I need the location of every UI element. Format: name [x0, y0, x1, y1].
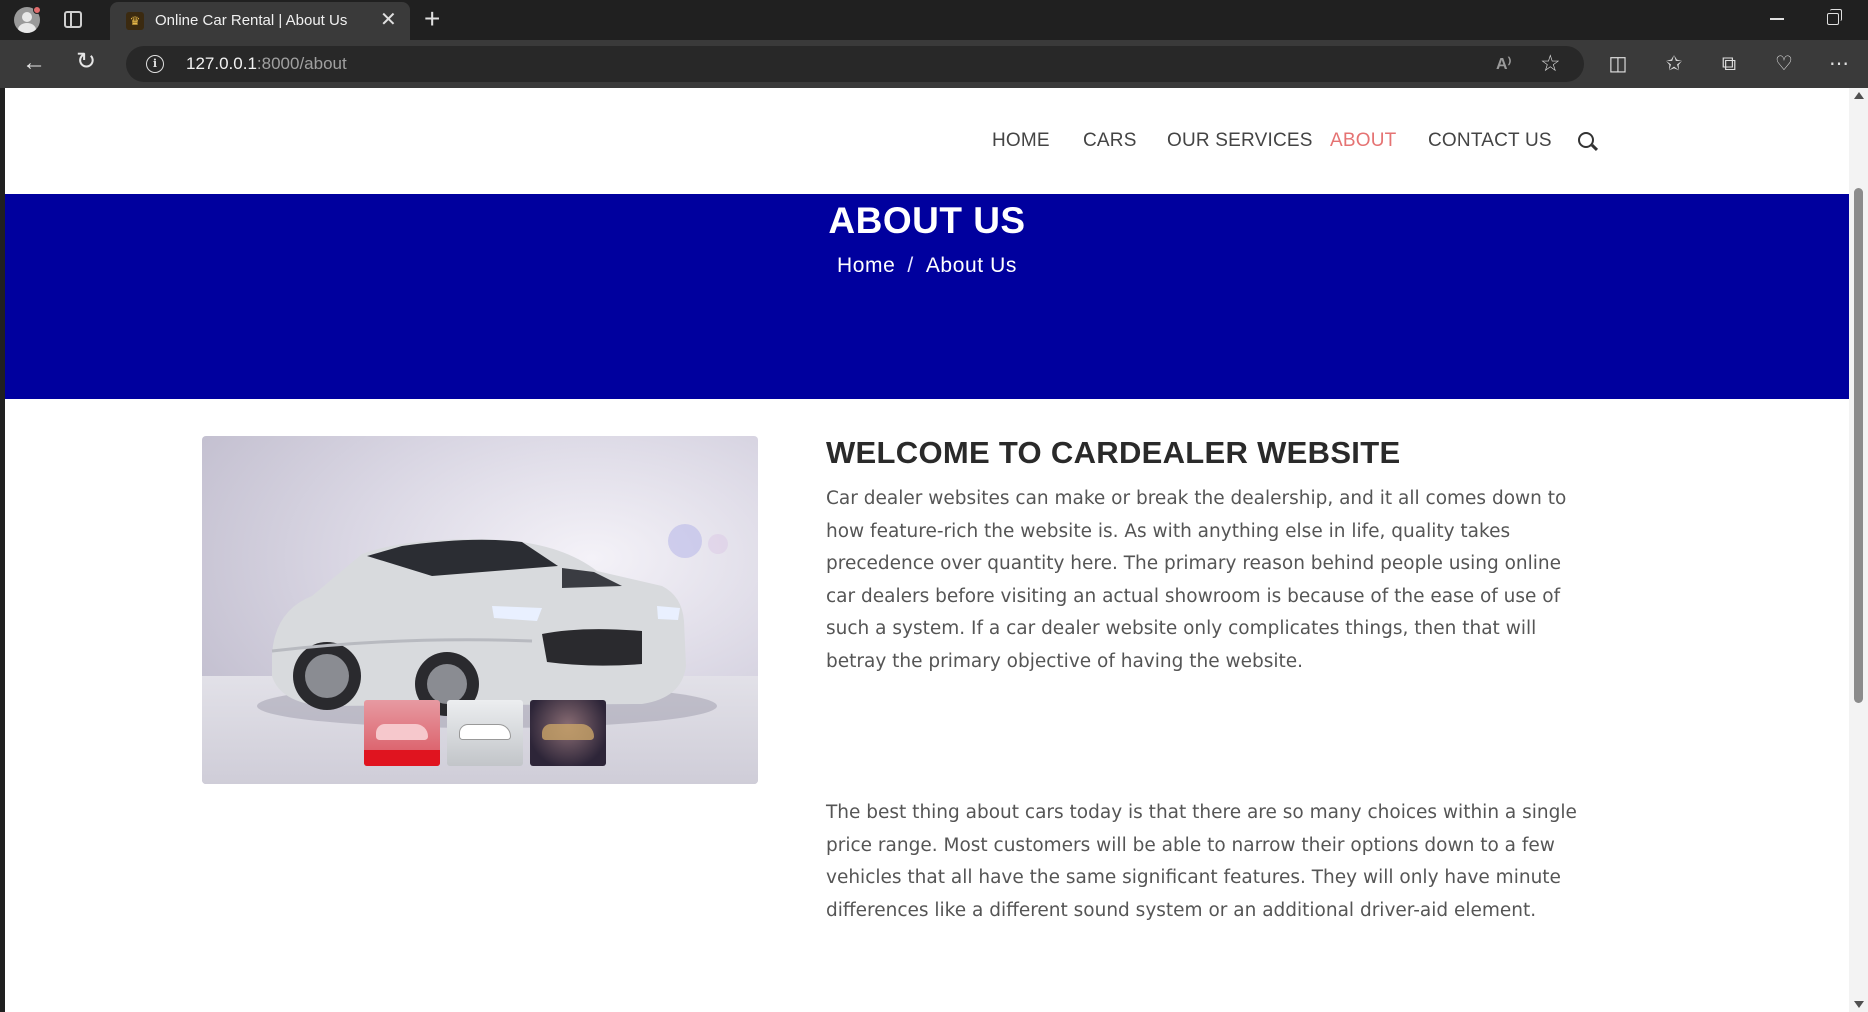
page-scrollbar[interactable]: [1849, 88, 1868, 1012]
url-host: 127.0.0.1: [186, 54, 257, 73]
car-icon: [459, 724, 511, 740]
close-tab-icon[interactable]: ✕: [380, 9, 397, 31]
browser-address-bar: ← ↻ i 127.0.0.1:8000/about A⁾ ☆ ◫ ✩ ⧉ ♡ …: [0, 40, 1868, 88]
car-icon: [542, 724, 594, 740]
more-menu-icon[interactable]: ⋯: [1827, 52, 1851, 76]
restore-icon[interactable]: [1827, 9, 1842, 25]
url-text[interactable]: 127.0.0.1:8000/about: [186, 54, 347, 74]
about-paragraph-2: The best thing about cars today is that …: [826, 802, 1577, 921]
nav-contact-us[interactable]: CONTACT US: [1428, 130, 1552, 152]
split-screen-icon[interactable]: ◫: [1606, 52, 1630, 76]
page-title: ABOUT US: [828, 200, 1026, 241]
reload-icon[interactable]: ↻: [76, 49, 96, 75]
breadcrumb: Home / About Us: [5, 254, 1849, 278]
site-navbar: HOME CARS OUR SERVICES ABOUT CONTACT US: [5, 88, 1849, 194]
selected-indicator: [364, 750, 440, 766]
url-field[interactable]: i 127.0.0.1:8000/about A⁾ ☆: [126, 46, 1584, 82]
page-banner: ABOUT US Home / About Us: [5, 194, 1849, 399]
car-icon: [376, 724, 428, 740]
breadcrumb-current: About Us: [925, 254, 1018, 277]
nav-our-services[interactable]: OUR SERVICES: [1167, 130, 1313, 152]
collections-icon[interactable]: ⧉: [1717, 52, 1741, 76]
site-info-icon[interactable]: i: [146, 55, 164, 73]
new-tab-icon[interactable]: +: [424, 4, 440, 34]
scroll-down-arrow-icon[interactable]: [1854, 1001, 1864, 1008]
scroll-up-arrow-icon[interactable]: [1854, 92, 1864, 99]
breadcrumb-separator: /: [907, 254, 914, 277]
read-aloud-icon[interactable]: A⁾: [1496, 54, 1511, 74]
tab-actions-icon[interactable]: [64, 11, 82, 28]
dark-car-thumbnail[interactable]: [530, 700, 606, 766]
search-icon[interactable]: [1578, 132, 1594, 148]
breadcrumb-home-link[interactable]: Home: [837, 254, 895, 277]
nav-home[interactable]: HOME: [992, 130, 1050, 152]
minimize-icon[interactable]: [1770, 18, 1784, 20]
scrollbar-thumb[interactable]: [1854, 188, 1863, 703]
browser-tab-bar: ♛ Online Car Rental | About Us ✕ +: [0, 0, 1868, 40]
url-path: :8000/about: [256, 54, 347, 73]
red-car-thumbnail[interactable]: [364, 700, 440, 766]
notification-dot: [33, 6, 41, 14]
favorites-icon[interactable]: ✩: [1662, 52, 1686, 76]
nav-cars[interactable]: CARS: [1083, 130, 1137, 152]
about-paragraph-1: Car dealer websites can make or break th…: [826, 488, 1567, 672]
favorite-star-icon[interactable]: ☆: [1540, 50, 1561, 77]
performance-heart-icon[interactable]: ♡: [1772, 52, 1796, 76]
crest-icon: ♛: [126, 12, 144, 30]
back-arrow-icon[interactable]: ←: [22, 50, 46, 76]
white-car-thumbnail[interactable]: [447, 700, 523, 766]
nav-about[interactable]: ABOUT: [1330, 130, 1396, 152]
about-heading: WELCOME TO CARDEALER WEBSITE: [826, 435, 1401, 470]
active-tab[interactable]: ♛ Online Car Rental | About Us ✕: [110, 2, 410, 40]
tab-title: Online Car Rental | About Us: [155, 12, 348, 29]
